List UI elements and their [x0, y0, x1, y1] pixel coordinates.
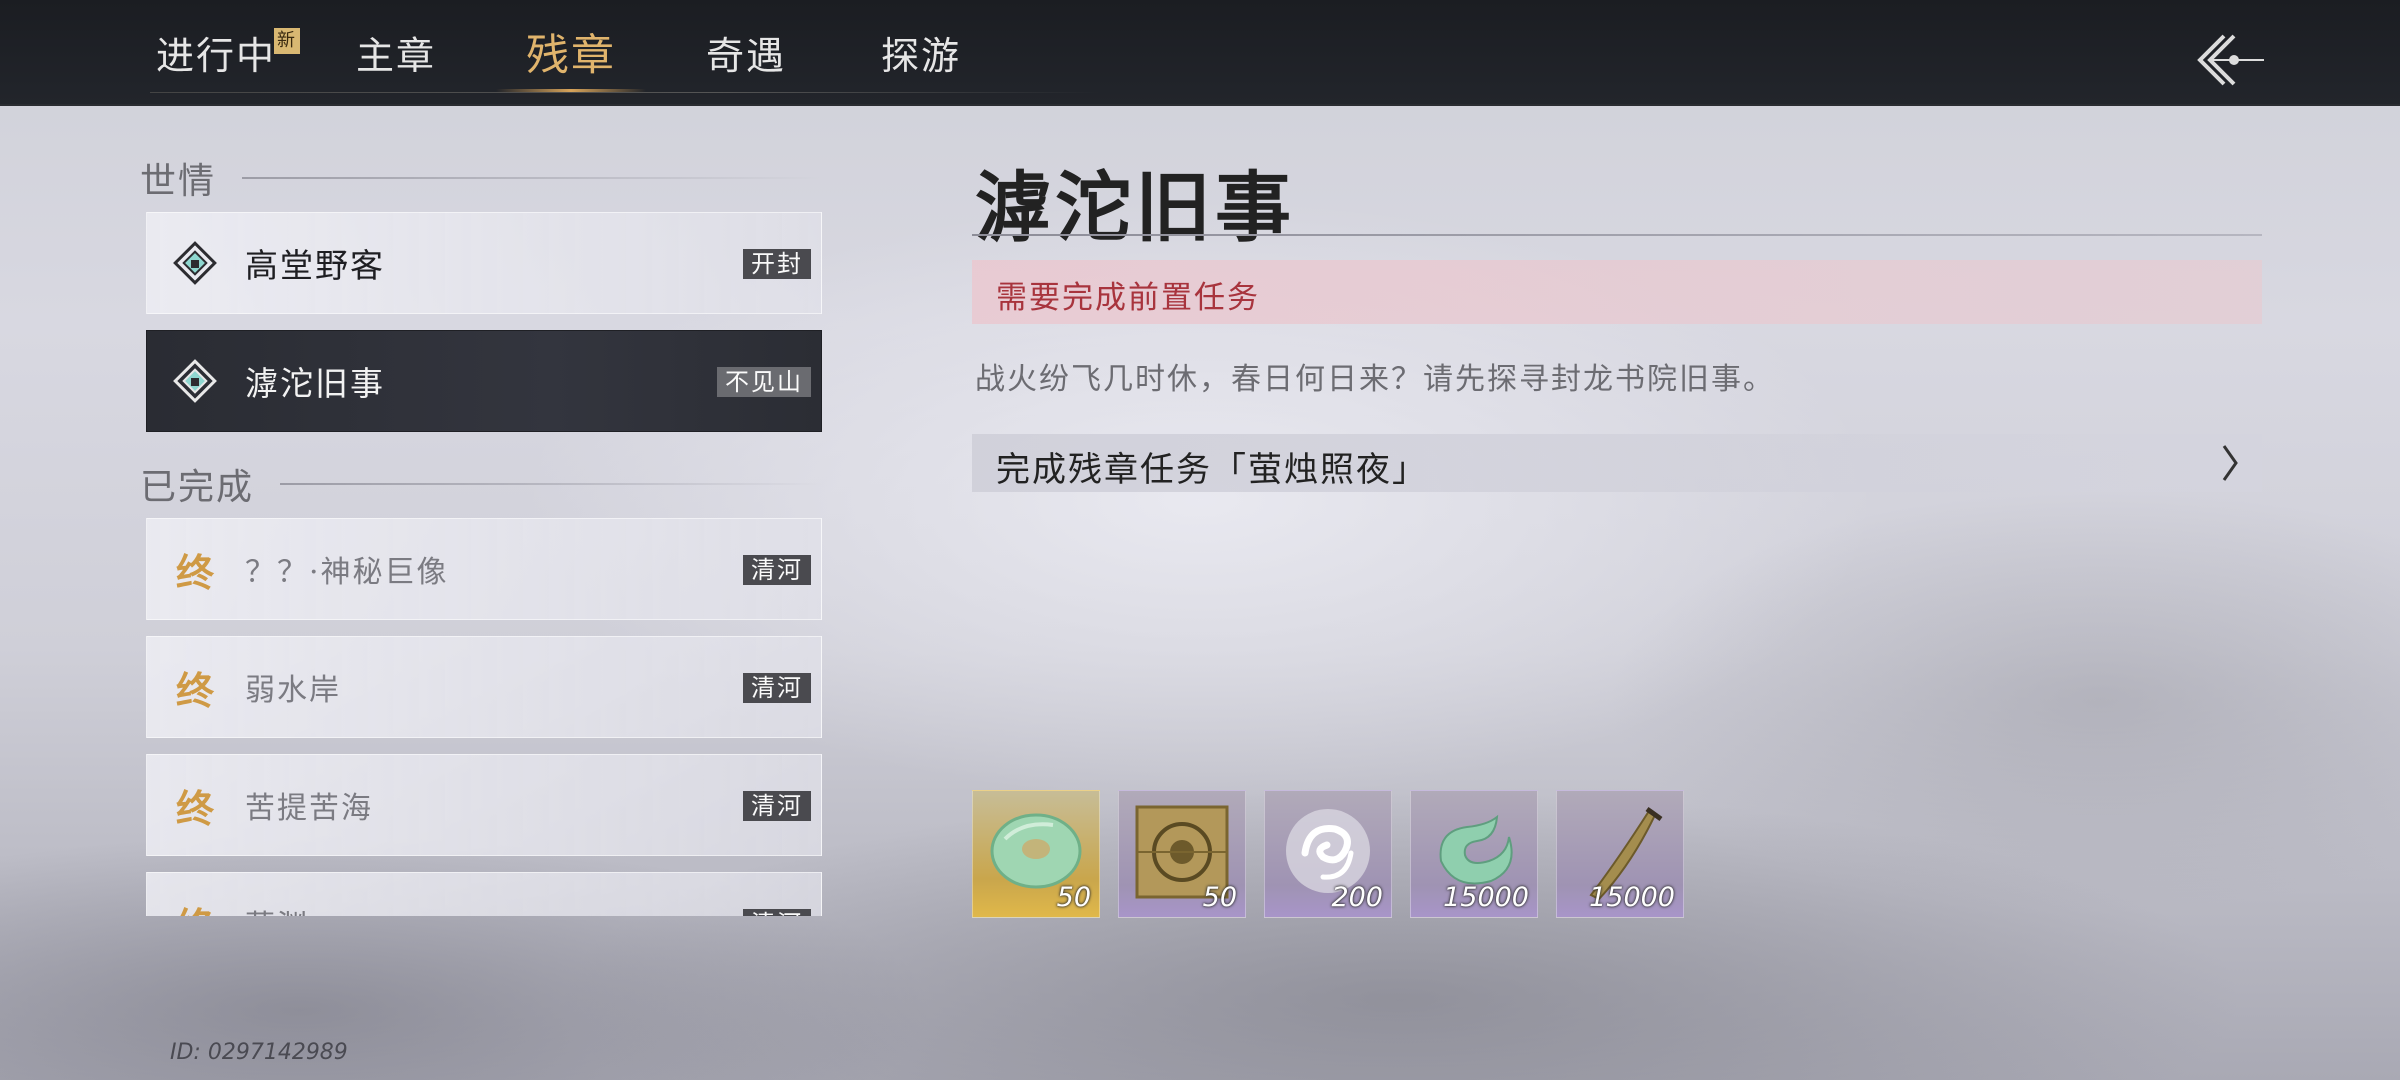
reward-item[interactable]: 15000 — [1556, 790, 1684, 918]
quest-name: 弱水岸 — [245, 673, 341, 708]
section-divider — [280, 483, 826, 485]
section-ongoing-title: 世情 — [140, 161, 217, 202]
reward-quantity: 50 — [1056, 882, 1091, 913]
quest-location-tag: 不见山 — [717, 367, 811, 397]
top-bar: 进行中 新 主章 残章 奇遇 探游 — [0, 0, 2400, 106]
diamond-lock-icon — [171, 357, 219, 405]
back-arrow-icon — [2197, 34, 2264, 86]
tab-label: 奇遇 — [706, 33, 787, 78]
tab-label: 探游 — [881, 33, 962, 78]
user-id-label: ID: 0297142989 — [170, 1040, 348, 1065]
quest-detail-title: 滹沱旧事 — [975, 163, 1295, 252]
done-mark-icon: 终 — [175, 549, 214, 595]
done-mark-icon: 终 — [175, 667, 214, 713]
quest-description: 战火纷飞几时休，春日何日来？请先探寻封龙书院旧事。 — [975, 362, 1775, 397]
section-ongoing-header: 世情 — [140, 152, 823, 204]
reward-item[interactable]: 200 — [1264, 790, 1392, 918]
tab-encounter[interactable]: 奇遇 — [706, 0, 881, 104]
quest-name: 高堂野客 — [245, 246, 385, 285]
reward-item[interactable]: 15000 — [1410, 790, 1538, 918]
quest-item-done[interactable]: 终 慕渊 清河 — [146, 872, 822, 916]
reward-item[interactable]: 50 — [1118, 790, 1246, 918]
prerequisite-task-label: 完成残章任务「萤烛照夜」 — [996, 450, 1428, 490]
quest-item-done[interactable]: 终 ？？·神秘巨像 清河 — [146, 518, 822, 620]
quest-item-done[interactable]: 终 弱水岸 清河 — [146, 636, 822, 738]
rewards-row: 50 50 200 15000 15000 — [972, 790, 1702, 918]
done-mark-icon: 终 — [171, 899, 219, 917]
quest-item-gaotang[interactable]: 高堂野客 开封 — [146, 212, 822, 314]
done-mark-icon: 终 — [175, 785, 214, 831]
tab-bar: 进行中 新 主章 残章 奇遇 探游 — [150, 0, 1031, 104]
tab-in-progress[interactable]: 进行中 新 — [156, 0, 356, 104]
quest-name: 慕渊 — [245, 901, 309, 916]
tab-label: 进行中 — [156, 33, 277, 78]
quest-name: 苦提苦海 — [245, 791, 373, 826]
quest-location-tag: 开封 — [743, 249, 811, 279]
quest-item-hutuo-selected[interactable]: 滹沱旧事 不见山 — [146, 330, 822, 432]
section-done-title: 已完成 — [140, 467, 255, 508]
diamond-lock-icon — [171, 239, 219, 287]
tab-label: 残章 — [526, 31, 616, 81]
reward-quantity: 15000 — [1443, 882, 1529, 913]
section-divider — [242, 177, 823, 179]
completed-quest-list[interactable]: 终 ？？·神秘巨像 清河 终 弱水岸 清河 终 苦提苦海 清河 终 慕渊 清河 — [146, 518, 822, 916]
reward-item[interactable]: 50 — [972, 790, 1100, 918]
prerequisite-notice: 需要完成前置任务 — [972, 260, 2262, 324]
section-done-header: 已完成 — [140, 458, 826, 510]
reward-quantity: 15000 — [1589, 882, 1675, 913]
quest-item-done[interactable]: 终 苦提苦海 清河 — [146, 754, 822, 856]
tab-explore[interactable]: 探游 — [881, 0, 1031, 104]
quest-location-tag: 清河 — [743, 673, 811, 703]
quest-location-tag: 清河 — [743, 909, 811, 916]
back-button[interactable] — [2190, 30, 2270, 90]
tab-fragment-chapter[interactable]: 残章 — [496, 0, 706, 104]
quest-name: ？？·神秘巨像 — [245, 555, 449, 590]
prerequisite-text: 需要完成前置任务 — [996, 280, 1260, 316]
tab-label: 主章 — [356, 33, 437, 78]
new-badge: 新 — [274, 28, 300, 54]
quest-location-tag: 清河 — [743, 555, 811, 585]
title-divider — [972, 234, 2262, 236]
quest-name: 滹沱旧事 — [245, 364, 385, 403]
reward-quantity: 50 — [1202, 882, 1237, 913]
reward-quantity: 200 — [1331, 882, 1383, 913]
quest-location-tag: 清河 — [743, 791, 811, 821]
chevron-right-icon — [2222, 445, 2238, 481]
tabs-divider — [150, 92, 1100, 93]
prerequisite-task-row[interactable]: 完成残章任务「萤烛照夜」 — [972, 434, 2262, 492]
